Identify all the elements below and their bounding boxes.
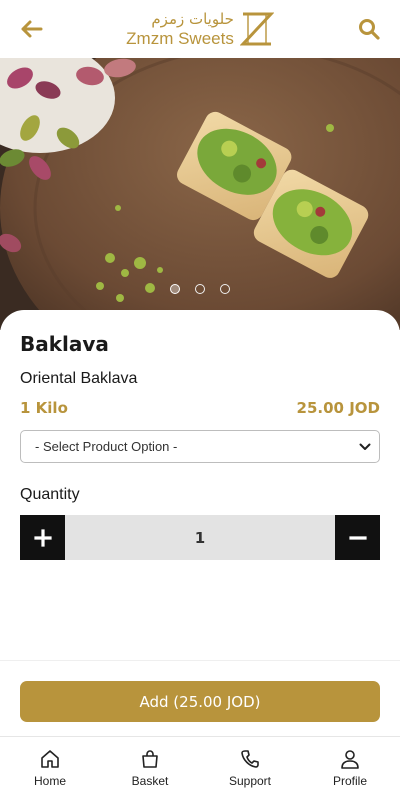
price-row: 1 Kilo 25.00 JOD: [20, 399, 380, 417]
nav-label: Support: [228, 774, 272, 788]
carousel-dot[interactable]: [170, 284, 180, 294]
arrow-left-icon: [21, 20, 43, 38]
select-placeholder: - Select Product Option -: [35, 439, 178, 454]
nav-item-home[interactable]: Home: [0, 737, 100, 800]
decrease-quantity-button[interactable]: [335, 515, 380, 560]
brand-z-mark-icon: [239, 12, 274, 46]
quantity-label: Quantity: [20, 486, 80, 503]
product-option-select[interactable]: - Select Product Option -: [20, 430, 380, 463]
product-price: 25.00 JOD: [296, 399, 380, 417]
plus-icon: [33, 528, 52, 547]
user-icon: [341, 750, 359, 769]
carousel-dot[interactable]: [195, 284, 205, 294]
add-to-basket-bar: Add (25.00 JOD): [0, 660, 400, 736]
nav-item-basket[interactable]: Basket: [100, 737, 200, 800]
search-icon: [359, 19, 380, 40]
brand-name-english: Zmzm Sweets: [126, 28, 234, 48]
product-details-card: Baklava Oriental Baklava 1 Kilo 25.00 JO…: [0, 310, 400, 660]
brand-logo: حلويات زمزم Zmzm Sweets: [126, 11, 274, 47]
chevron-down-icon: [359, 443, 371, 450]
nav-label: Profile: [332, 774, 367, 788]
back-button[interactable]: [18, 16, 44, 42]
brand-name-arabic: حلويات زمزم: [151, 9, 234, 28]
app-header: حلويات زمزم Zmzm Sweets: [0, 0, 400, 58]
product-title: Baklava: [20, 332, 109, 356]
quantity-value: 1: [65, 515, 335, 560]
search-button[interactable]: [356, 16, 382, 42]
basket-icon: [142, 750, 158, 768]
bottom-navigation: Home Basket Support Profile: [0, 736, 400, 800]
increase-quantity-button[interactable]: [20, 515, 65, 560]
product-image-carousel[interactable]: [0, 58, 400, 330]
nav-item-support[interactable]: Support: [200, 737, 300, 800]
nav-label: Home: [33, 774, 66, 788]
carousel-dot[interactable]: [220, 284, 230, 294]
nav-label: Basket: [131, 774, 169, 788]
add-to-basket-button[interactable]: Add (25.00 JOD): [20, 681, 380, 722]
product-unit: 1 Kilo: [20, 399, 68, 417]
nav-item-profile[interactable]: Profile: [300, 737, 400, 800]
home-icon: [41, 750, 59, 768]
product-subtitle: Oriental Baklava: [20, 370, 138, 387]
phone-icon: [241, 750, 259, 768]
quantity-stepper: 1: [20, 515, 380, 560]
minus-icon: [348, 535, 367, 540]
carousel-indicators: [0, 284, 400, 294]
